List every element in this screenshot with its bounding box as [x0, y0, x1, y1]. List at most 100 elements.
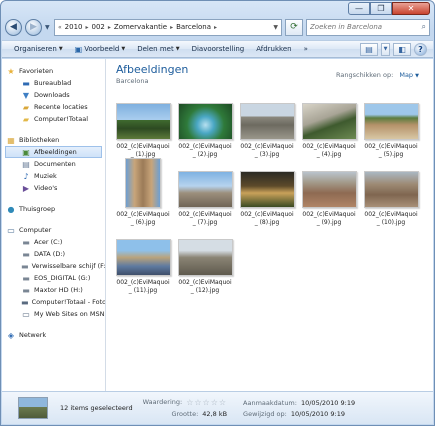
slideshow-label: Diavoorstelling	[191, 45, 245, 53]
sidebar-item-drive-f[interactable]: ▬ Verwisselbare schijf (F:)	[2, 260, 105, 272]
search-icon[interactable]: ⌕	[422, 22, 426, 32]
breadcrumb-zomervakantie[interactable]: Zomervakantie	[114, 23, 167, 31]
size-label: Grootte:	[171, 410, 199, 418]
drive-icon: ▬	[22, 237, 30, 247]
sidebar-item-computertotaal[interactable]: ▰ Computer!Totaal	[2, 113, 105, 125]
computer-icon: ▭	[7, 225, 15, 235]
sidebar-item-videos[interactable]: ▶ Video's	[2, 182, 105, 194]
close-button[interactable]: ✕	[392, 2, 430, 15]
file-tile[interactable]: 002_(c)EviMaquoi _ (1).jpg	[112, 96, 174, 164]
file-tile[interactable]: 002_(c)EviMaquoi _ (2).jpg	[174, 96, 236, 164]
breadcrumb-2010[interactable]: 2010	[65, 23, 83, 31]
sidebar-item-downloads[interactable]: ▼ Downloads	[2, 89, 105, 101]
file-tile[interactable]: 002_(c)EviMaquoi _ (9).jpg	[298, 164, 360, 232]
address-history-chevron-icon[interactable]: ▼	[273, 24, 278, 31]
breadcrumb-barcelona[interactable]: Barcelona	[176, 23, 211, 31]
rating-stars[interactable]: ☆☆☆☆☆	[186, 398, 227, 407]
network-group: ◈ Netwerk	[2, 329, 105, 341]
refresh-button[interactable]: ⟳	[285, 18, 303, 36]
organize-button[interactable]: Organiseren ▼	[8, 45, 69, 53]
search-input[interactable]	[310, 23, 422, 31]
file-tile[interactable]: 002_(c)EviMaquoi _ (5).jpg	[360, 96, 422, 164]
print-button[interactable]: Afdrukken	[250, 45, 297, 53]
chevron-down-icon: ▼	[58, 46, 63, 52]
preview-button[interactable]: ▣ Voorbeeld ▼	[69, 45, 132, 54]
file-name: 002_(c)EviMaquoi _ (6).jpg	[116, 211, 170, 226]
view-options-chevron-icon[interactable]: ▼	[381, 42, 390, 56]
sidebar-item-recent[interactable]: ▰ Recente locaties	[2, 101, 105, 113]
chevron-right-icon[interactable]: ▸	[170, 24, 173, 31]
sidebar-item-desktop[interactable]: ▬ Bureaublad	[2, 77, 105, 89]
pictures-icon: ▣	[22, 147, 30, 157]
sidebar-item-drive-d[interactable]: ▬ DATA (D:)	[2, 248, 105, 260]
file-tile[interactable]: 002_(c)EviMaquoi _ (10).jpg	[360, 164, 422, 232]
sidebar-item-computer[interactable]: ▭ Computer	[2, 224, 105, 236]
sidebar-item-label: Maxtor HD (H:)	[34, 286, 83, 294]
file-tile[interactable]: 002_(c)EviMaquoi _ (4).jpg	[298, 96, 360, 164]
sidebar-item-label: Muziek	[34, 172, 57, 180]
share-button[interactable]: Delen met ▼	[131, 45, 185, 53]
photo-thumbnail	[177, 171, 233, 208]
more-commands-button[interactable]: »	[298, 45, 314, 53]
chevron-right-icon[interactable]: ▸	[108, 24, 111, 31]
chevron-right-icon[interactable]: ▸	[86, 24, 89, 31]
sidebar-item-network[interactable]: ◈ Netwerk	[2, 329, 105, 341]
sidebar-item-msn-websites[interactable]: ▭ My Web Sites on MSN	[2, 308, 105, 320]
libraries-icon: ▦	[7, 135, 15, 145]
file-name: 002_(c)EviMaquoi _ (12).jpg	[178, 279, 232, 294]
minimize-button[interactable]: —	[348, 2, 370, 15]
file-name: 002_(c)EviMaquoi _ (9).jpg	[302, 211, 356, 226]
page-subtitle: Barcelona	[116, 77, 149, 85]
homegroup-icon: ●	[7, 204, 15, 214]
file-tile[interactable]: 002_(c)EviMaquoi _ (8).jpg	[236, 164, 298, 232]
chevron-down-icon: ▼	[121, 46, 126, 52]
sidebar-item-drive-c[interactable]: ▬ Acer (C:)	[2, 236, 105, 248]
drive-icon: ▬	[22, 285, 30, 295]
sidebar-item-pictures[interactable]: ▣ Afbeeldingen	[5, 146, 102, 158]
search-box[interactable]: ⌕	[306, 18, 430, 36]
file-tile[interactable]: 002_(c)EviMaquoi _ (6).jpg	[112, 158, 174, 232]
file-tile[interactable]: 002_(c)EviMaquoi _ (11).jpg	[112, 232, 174, 300]
sidebar-item-drive-g[interactable]: ▬ EOS_DIGITAL (G:)	[2, 272, 105, 284]
documents-icon: ▤	[22, 159, 30, 169]
sidebar-item-favorites[interactable]: ★ Favorieten	[2, 65, 105, 77]
arrange-by: Rangschikken op: Map ▼	[336, 71, 419, 79]
sidebar-item-drive-h[interactable]: ▬ Maxtor HD (H:)	[2, 284, 105, 296]
file-tile[interactable]: 002_(c)EviMaquoi _ (12).jpg	[174, 232, 236, 300]
removable-drive-icon: ▬	[22, 273, 30, 283]
photo-thumbnail	[301, 171, 357, 208]
file-name: 002_(c)EviMaquoi _ (8).jpg	[240, 211, 294, 226]
file-tile[interactable]: 002_(c)EviMaquoi _ (3).jpg	[236, 96, 298, 164]
sidebar-item-music[interactable]: ♪ Muziek	[2, 170, 105, 182]
sidebar-item-network-location-foto[interactable]: ▬ Computer!Totaal - Foto	[2, 296, 105, 308]
preview-pane-icon[interactable]: ◧	[393, 42, 411, 56]
breadcrumb-002[interactable]: 002	[92, 23, 105, 31]
chevron-down-icon[interactable]: ▼	[415, 73, 419, 79]
created-value: 10/05/2010 9:19	[300, 398, 356, 407]
overflow-chevron-icon[interactable]: «	[58, 24, 62, 31]
help-icon[interactable]: ?	[414, 42, 427, 56]
back-arrow-icon[interactable]: ◀	[5, 18, 22, 36]
maximize-button[interactable]: ❐	[370, 2, 392, 15]
slideshow-button[interactable]: Diavoorstelling	[186, 45, 251, 53]
favorites-group: ★ Favorieten ▬ Bureaublad ▼ Downloads ▰ …	[2, 65, 105, 125]
chevron-right-icon[interactable]: ▸	[214, 24, 217, 31]
change-view-icon[interactable]: ▤	[360, 42, 378, 56]
photo-thumbnail	[177, 103, 233, 140]
file-name: 002_(c)EviMaquoi _ (2).jpg	[178, 143, 232, 158]
sidebar-item-documents[interactable]: ▤ Documenten	[2, 158, 105, 170]
recent-pages-chevron-icon[interactable]: ▼	[45, 24, 51, 31]
recent-places-icon: ▰	[22, 102, 30, 112]
arrange-dropdown[interactable]: Map	[399, 71, 413, 79]
forward-arrow-icon[interactable]: ▶	[25, 18, 42, 36]
more-label: »	[303, 45, 308, 53]
file-tile[interactable]: 002_(c)EviMaquoi _ (7).jpg	[174, 164, 236, 232]
sidebar-item-libraries[interactable]: ▦ Bibliotheken	[2, 134, 105, 146]
details-col-rating: Waardering: ☆☆☆☆☆ Grootte: 42,8 kB	[143, 398, 227, 418]
photo-thumbnail	[115, 239, 171, 276]
address-bar[interactable]: « 2010 ▸ 002 ▸ Zomervakantie ▸ Barcelona…	[54, 18, 282, 36]
photo-thumbnail	[363, 171, 419, 208]
photo-thumbnail	[177, 239, 233, 276]
sidebar-item-homegroup[interactable]: ● Thuisgroep	[2, 203, 105, 215]
selection-count: 12 items geselecteerd	[60, 404, 133, 412]
